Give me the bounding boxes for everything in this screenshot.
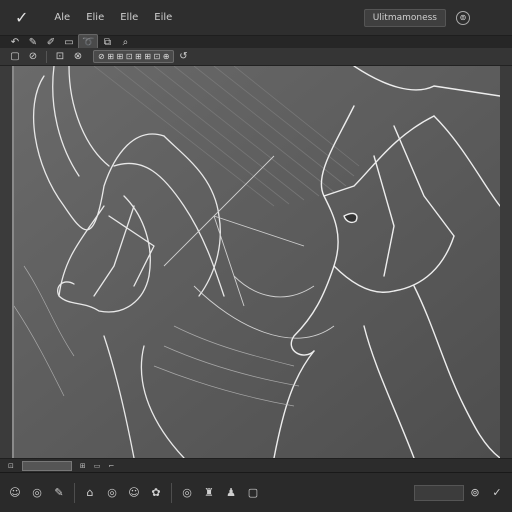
- document-title-field[interactable]: Ulitmamoness: [363, 8, 446, 27]
- status-left-icon[interactable]: ⊡: [4, 462, 18, 470]
- undo-icon[interactable]: ↶: [6, 35, 24, 49]
- menu-item-4[interactable]: Eile: [149, 10, 177, 25]
- divider: [46, 50, 47, 63]
- app-logo-icon[interactable]: ✓: [10, 6, 33, 29]
- brush-icon[interactable]: ✎: [24, 35, 42, 49]
- zoom-icon[interactable]: ⊞: [76, 462, 90, 470]
- reset-icon[interactable]: ↺: [174, 50, 192, 64]
- bottom-field[interactable]: [414, 484, 464, 501]
- drawing-canvas[interactable]: [12, 66, 500, 458]
- layer-icon[interactable]: ⧉: [98, 35, 116, 49]
- status-item-2[interactable]: ⌐: [104, 462, 118, 470]
- settings-icon[interactable]: ⊚: [456, 10, 470, 25]
- bottom-icon-9[interactable]: ♜: [198, 482, 220, 504]
- eraser-icon[interactable]: ▭: [60, 35, 78, 49]
- zoom-icon[interactable]: ⌕: [116, 35, 134, 49]
- menu-item-3[interactable]: Elle: [115, 10, 143, 25]
- bottom-icon-5[interactable]: ◎: [101, 482, 123, 504]
- status-bar: ⊡ ⊞ ▭ ⌐: [0, 458, 512, 472]
- menu-bar: ✓ Ale Elie Elle Eile Ulitmamoness ⊚: [0, 0, 512, 36]
- option-toggle-1[interactable]: ▢: [6, 50, 24, 64]
- menu-item-1[interactable]: Ale: [49, 10, 75, 25]
- bottom-right-icon-2[interactable]: ✓: [486, 482, 508, 504]
- bottom-icon-1[interactable]: ☺: [4, 482, 26, 504]
- status-item-1[interactable]: ▭: [90, 462, 105, 470]
- pencil-icon[interactable]: ✐: [42, 35, 60, 49]
- option-toggle-4[interactable]: ⊗: [69, 50, 87, 64]
- bottom-icon-3[interactable]: ✎: [48, 482, 70, 504]
- bottom-icon-4[interactable]: ⌂: [79, 482, 101, 504]
- bottom-toolbar: ☺ ◎ ✎ ⌂ ◎ ☺ ✿ ◎ ♜ ♟ ▢ ⊚ ✓: [0, 472, 512, 512]
- bottom-icon-7[interactable]: ✿: [145, 482, 167, 504]
- bottom-icon-6[interactable]: ☺: [123, 482, 145, 504]
- option-toggle-2[interactable]: ⊘: [24, 50, 42, 64]
- menu-item-2[interactable]: Elie: [81, 10, 109, 25]
- brush-options-field[interactable]: ⊘ ⊞ ⊞ ⊡ ⊞ ⊞ ⊡ ⊕: [93, 50, 175, 63]
- sketch-artwork: [14, 66, 500, 458]
- divider: [171, 482, 172, 503]
- divider: [74, 482, 75, 503]
- bottom-icon-2[interactable]: ◎: [26, 482, 48, 504]
- bottom-icon-10[interactable]: ♟: [220, 482, 242, 504]
- tool-strip: ↶ ✎ ✐ ▭ ➰ ⧉ ⌕: [0, 34, 512, 50]
- bottom-icon-8[interactable]: ◎: [176, 482, 198, 504]
- bottom-icon-11[interactable]: ▢: [242, 482, 264, 504]
- option-toggle-3[interactable]: ⊡: [51, 50, 69, 64]
- zoom-slider[interactable]: [21, 460, 72, 471]
- bottom-right-icon-1[interactable]: ⊚: [464, 482, 486, 504]
- options-bar: ▢ ⊘ ⊡ ⊗ ⊘ ⊞ ⊞ ⊡ ⊞ ⊞ ⊡ ⊕ ↺: [0, 48, 512, 66]
